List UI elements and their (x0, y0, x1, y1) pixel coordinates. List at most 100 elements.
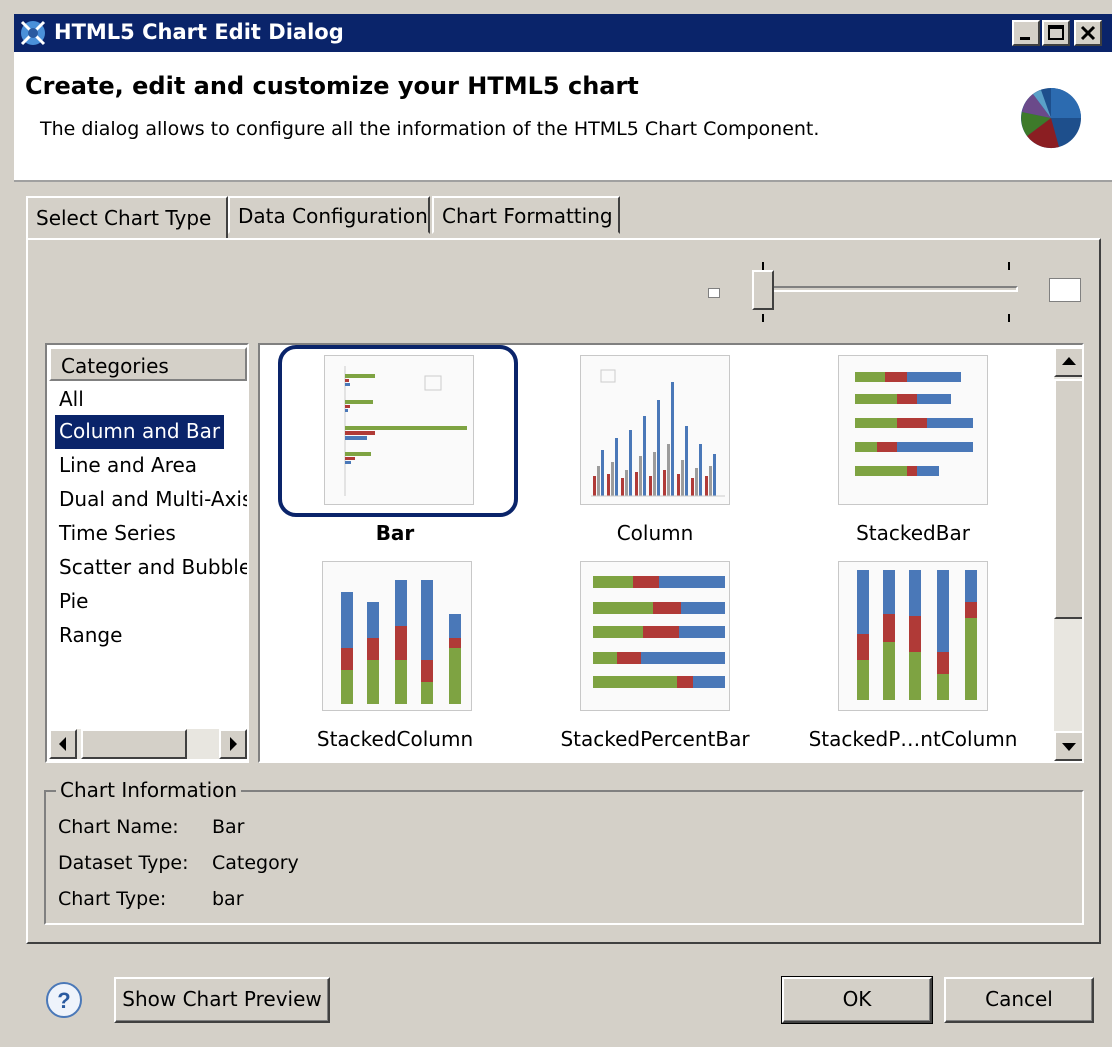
column-thumb-bar (597, 466, 600, 496)
slider-tick (1008, 314, 1010, 322)
horizontal-scroll-thumb[interactable] (81, 729, 187, 759)
dataset-type-value: Category (212, 852, 299, 874)
gallery-item-stackedcolumn[interactable]: StackedColumn (260, 551, 500, 751)
cancel-button[interactable]: Cancel (944, 977, 1094, 1023)
gallery-label: StackedBar (856, 521, 970, 545)
minimize-button[interactable] (1012, 20, 1040, 46)
scroll-up-icon (1062, 357, 1076, 365)
gallery-label: Column (616, 521, 694, 545)
gallery-vertical-scrollbar[interactable] (1054, 347, 1082, 761)
banner-heading: Create, edit and customize your HTML5 ch… (25, 72, 639, 100)
scroll-right-icon (230, 737, 237, 751)
column-thumb-bar (677, 474, 680, 496)
slider-tick (762, 314, 764, 322)
vertical-scroll-thumb[interactable] (1054, 379, 1082, 619)
chart-information-legend: Chart Information (56, 778, 242, 802)
banner-description: The dialog allows to configure all the i… (40, 118, 820, 140)
category-line-and-area[interactable]: Line and Area (55, 449, 201, 483)
zoom-large-icon (1049, 278, 1081, 302)
column-thumb-bar (685, 426, 688, 496)
gallery-label: StackedP…ntColumn (808, 727, 1018, 751)
chart-name-value: Bar (212, 816, 245, 838)
dialog-banner: Create, edit and customize your HTML5 ch… (14, 52, 1112, 182)
minimize-icon (1020, 37, 1030, 40)
maximize-icon (1048, 25, 1064, 40)
column-thumb-bar (671, 382, 674, 496)
close-icon (1080, 25, 1096, 41)
gallery-item-stackedpercentbar[interactable]: StackedPercentBar (520, 551, 760, 751)
tab-label: Select Chart Type (36, 206, 212, 230)
category-time-series[interactable]: Time Series (55, 517, 180, 551)
gallery-item-stackedbar[interactable]: StackedBar (778, 345, 1018, 545)
scroll-right-button[interactable] (219, 729, 247, 759)
column-thumb-bar (629, 430, 632, 496)
zoom-slider-track[interactable] (760, 286, 1018, 292)
column-thumb-bar (713, 454, 716, 496)
categories-horizontal-scrollbar[interactable] (49, 729, 247, 759)
close-button[interactable] (1074, 20, 1102, 46)
category-pie[interactable]: Pie (55, 585, 92, 619)
tab-label: Data Configuration (238, 204, 428, 228)
help-icon[interactable]: ? (44, 980, 84, 1020)
zoom-slider-thumb[interactable] (752, 270, 774, 310)
dataset-type-label: Dataset Type: (58, 852, 189, 874)
pie-chart-icon (1021, 88, 1081, 149)
title-bar: HTML5 Chart Edit Dialog (14, 14, 1112, 52)
show-chart-preview-button[interactable]: Show Chart Preview (114, 977, 330, 1023)
column-thumb-bar (653, 452, 656, 496)
column-thumb-bar (643, 416, 646, 496)
category-range[interactable]: Range (55, 619, 126, 653)
column-thumb-bar (593, 476, 596, 496)
column-thumb-bar (611, 462, 614, 496)
tab-label: Chart Formatting (442, 204, 613, 228)
categories-header: Categories (49, 347, 247, 381)
column-thumb-bar (625, 470, 628, 496)
chart-type-label: Chart Type: (58, 888, 167, 910)
category-column-and-bar[interactable]: Column and Bar (55, 415, 225, 449)
scroll-down-icon (1062, 743, 1076, 751)
column-thumb-bar (705, 476, 708, 496)
window-title: HTML5 Chart Edit Dialog (54, 20, 344, 44)
column-thumb-bar (667, 444, 670, 496)
column-thumb-bar (615, 438, 618, 496)
gallery-label: Bar (375, 521, 415, 545)
gallery-item-stackedpercentcolumn[interactable]: StackedP…ntColumn (778, 551, 1018, 751)
chart-type-value: bar (212, 888, 244, 910)
category-scatter-and-bubble[interactable]: Scatter and Bubble (55, 551, 247, 585)
stackedpercentbar-chart-thumbnail (580, 561, 730, 711)
gallery-label: StackedColumn (316, 727, 474, 751)
zoom-small-icon (708, 288, 720, 298)
scroll-left-button[interactable] (49, 729, 77, 759)
tab-chart-formatting[interactable]: Chart Formatting (432, 196, 620, 234)
column-thumb-bar (691, 478, 694, 496)
categories-list[interactable]: Categories All Column and Bar Line and A… (45, 343, 249, 763)
column-thumb-bar (639, 456, 642, 496)
column-thumb-bar (601, 450, 604, 496)
column-thumb-bar (695, 468, 698, 496)
stackedbar-chart-thumbnail (838, 355, 988, 505)
column-thumb-bar (663, 470, 666, 496)
column-thumb-bar (635, 472, 638, 496)
stackedcolumn-chart-thumbnail (322, 561, 472, 711)
ok-button[interactable]: OK (781, 976, 933, 1024)
column-thumb-bar (699, 444, 702, 496)
gallery-item-bar[interactable]: Bar (260, 345, 518, 545)
tab-data-configuration[interactable]: Data Configuration (228, 196, 430, 234)
gallery-item-column[interactable]: Column (520, 345, 760, 545)
gallery-label: StackedPercentBar (560, 727, 750, 751)
svg-text:?: ? (57, 988, 70, 1013)
category-dual-and-multi-axis[interactable]: Dual and Multi-Axis (55, 483, 247, 517)
scroll-down-button[interactable] (1054, 731, 1082, 761)
column-thumb-bar (649, 476, 652, 496)
scroll-up-button[interactable] (1054, 347, 1082, 377)
category-all[interactable]: All (55, 383, 88, 417)
chart-information-group (44, 790, 1084, 925)
tab-select-chart-type[interactable]: Select Chart Type (26, 196, 228, 240)
stackedpercentcolumn-chart-thumbnail (838, 561, 988, 711)
chart-type-gallery[interactable]: Bar Column StackedBar StackedColumn Stac… (258, 343, 1084, 763)
chart-name-label: Chart Name: (58, 816, 179, 838)
maximize-button[interactable] (1042, 20, 1070, 46)
column-thumb-bar (657, 400, 660, 496)
column-thumb-bar (607, 474, 610, 496)
bar-chart-thumbnail (324, 355, 474, 505)
